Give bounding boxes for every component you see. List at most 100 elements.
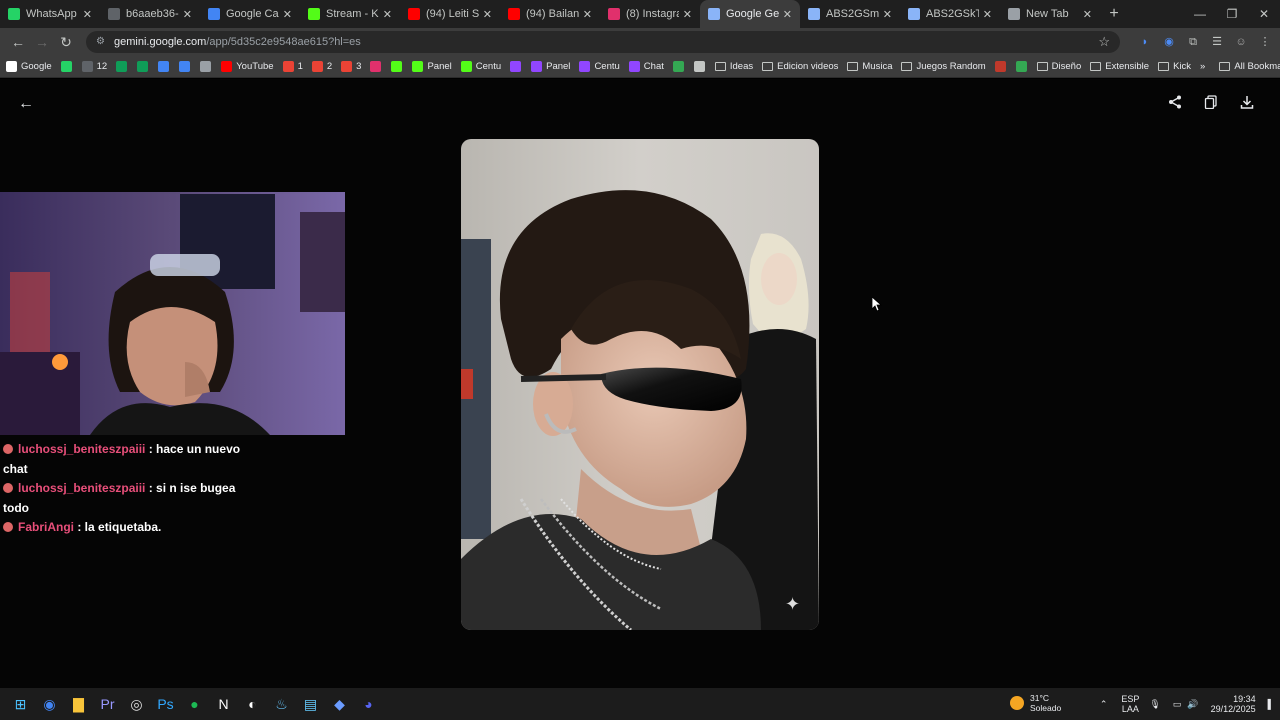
- tab-close-icon[interactable]: ✕: [1083, 8, 1092, 21]
- premiere-icon[interactable]: Pr: [93, 690, 122, 718]
- tab-6[interactable]: (8) Instagram ✕: [600, 0, 700, 28]
- bookmark-item[interactable]: [370, 61, 385, 72]
- tab-9[interactable]: ABS2GSkToPw ✕: [900, 0, 1000, 28]
- extension-icon[interactable]: ◉: [1160, 33, 1178, 51]
- copy-icon[interactable]: [1204, 95, 1218, 112]
- tab-0[interactable]: WhatsApp ✕: [0, 0, 100, 28]
- address-bar[interactable]: ⚙ gemini.google.com /app/5d35c2e9548ae61…: [86, 31, 1120, 53]
- tab-4[interactable]: (94) Leiti Sene ✕: [400, 0, 500, 28]
- chat-message: luchossj_beniteszpaiii : hace un nuevo c…: [3, 440, 248, 479]
- bookmark-favicon-icon: [311, 61, 323, 72]
- bookmark-item[interactable]: Ideas: [714, 61, 753, 72]
- bookmark-item[interactable]: Kick: [1158, 61, 1191, 72]
- bookmark-item[interactable]: Panel: [531, 61, 570, 72]
- bookmark-item[interactable]: YouTube: [221, 61, 274, 72]
- volume-icon[interactable]: 🔊: [1187, 699, 1198, 710]
- bookmark-item[interactable]: Panel: [412, 61, 452, 72]
- new-tab-button[interactable]: +: [1100, 5, 1128, 23]
- bookmark-item[interactable]: [693, 61, 709, 72]
- bookmark-item[interactable]: Edicion videos: [762, 61, 838, 72]
- extensions-puzzle-icon[interactable]: ⧉: [1184, 33, 1202, 51]
- clock[interactable]: 19:34 29/12/2025: [1211, 694, 1256, 714]
- photoshop-icon[interactable]: Ps: [151, 690, 180, 718]
- bookmark-item[interactable]: Musica: [847, 61, 892, 72]
- tab-close-icon[interactable]: ✕: [983, 8, 992, 21]
- bookmark-item[interactable]: [391, 61, 406, 72]
- bookmark-item[interactable]: Juegos Random: [901, 61, 986, 72]
- spotify-icon[interactable]: ●: [180, 690, 209, 718]
- chrome-icon[interactable]: ◉: [35, 690, 64, 718]
- maximize-icon[interactable]: ❐: [1216, 0, 1248, 28]
- obs-icon[interactable]: ◎: [122, 690, 151, 718]
- weather-widget[interactable]: 31°C Soleado: [1010, 693, 1061, 713]
- bookmark-star-icon[interactable]: ☆: [1098, 34, 1110, 50]
- bookmark-item[interactable]: 3: [341, 61, 361, 72]
- notion-icon[interactable]: N: [209, 690, 238, 718]
- windows-start-icon[interactable]: ⊞: [6, 690, 35, 718]
- discord-icon[interactable]: ◕: [354, 690, 383, 718]
- tab-close-icon[interactable]: ✕: [783, 8, 792, 21]
- tab-close-icon[interactable]: ✕: [683, 8, 692, 21]
- bookmark-item[interactable]: [994, 61, 1010, 72]
- tab-close-icon[interactable]: ✕: [83, 8, 92, 21]
- bookmark-item[interactable]: 2: [311, 61, 332, 72]
- bookmark-item[interactable]: 1: [282, 61, 303, 72]
- bookmark-item[interactable]: [116, 61, 131, 72]
- tab-close-icon[interactable]: ✕: [383, 8, 392, 21]
- app-icon[interactable]: ◆: [325, 690, 354, 718]
- forward-icon[interactable]: →: [30, 30, 54, 54]
- bookmark-item[interactable]: [158, 61, 173, 72]
- tab-1[interactable]: b6aaeb36-7eb ✕: [100, 0, 200, 28]
- network-icon[interactable]: ▭: [1173, 699, 1182, 710]
- bookmark-item[interactable]: Extensible: [1090, 61, 1149, 72]
- close-window-icon[interactable]: ✕: [1248, 0, 1280, 28]
- bookmark-item[interactable]: [200, 61, 215, 72]
- back-arrow-icon[interactable]: ←: [18, 95, 34, 113]
- reload-icon[interactable]: ↻: [54, 30, 78, 54]
- download-icon[interactable]: [1240, 95, 1254, 112]
- sun-icon: [1010, 696, 1024, 710]
- profile-avatar[interactable]: ☺: [1232, 33, 1250, 51]
- tab-8[interactable]: ABS2GSmDUZ ✕: [800, 0, 900, 28]
- bookmark-item[interactable]: 12: [81, 61, 107, 72]
- tab-5[interactable]: (94) Bailan ✕: [500, 0, 600, 28]
- site-info-icon[interactable]: ⚙: [96, 36, 108, 48]
- bookmarks-overflow-icon[interactable]: »: [1200, 61, 1205, 72]
- tab-close-icon[interactable]: ✕: [583, 8, 592, 21]
- extension-icon[interactable]: ◗: [1136, 33, 1154, 51]
- notification-icon[interactable]: ▌: [1268, 699, 1274, 709]
- tab-3[interactable]: Stream - Kick D ✕: [300, 0, 400, 28]
- tab-close-icon[interactable]: ✕: [883, 8, 892, 21]
- bookmark-item[interactable]: Chat: [628, 61, 664, 72]
- tab-close-icon[interactable]: ✕: [483, 8, 492, 21]
- menu-kebab-icon[interactable]: ⋮: [1256, 33, 1274, 51]
- reading-list-icon[interactable]: ☰: [1208, 33, 1226, 51]
- bookmark-item[interactable]: Google: [6, 61, 52, 72]
- bookmark-item[interactable]: Centu: [579, 61, 620, 72]
- tab-close-icon[interactable]: ✕: [183, 8, 192, 21]
- share-icon[interactable]: [1168, 95, 1182, 112]
- capcut-icon[interactable]: ◐: [238, 690, 267, 718]
- all-bookmarks[interactable]: All Bookmarks: [1219, 61, 1280, 72]
- bookmark-item[interactable]: [1015, 61, 1031, 72]
- bookmark-item[interactable]: Centu: [460, 61, 501, 72]
- microphone-icon[interactable]: 🎙: [1149, 699, 1160, 710]
- tab-2[interactable]: Google Calend ✕: [200, 0, 300, 28]
- bookmark-item[interactable]: [137, 61, 152, 72]
- notepad-icon[interactable]: ▤: [296, 690, 325, 718]
- tab-7[interactable]: Google Gemini ✕: [700, 0, 800, 28]
- back-icon[interactable]: ←: [6, 30, 30, 54]
- tab-10[interactable]: New Tab ✕: [1000, 0, 1100, 28]
- generated-image[interactable]: [461, 139, 819, 630]
- chevron-up-icon[interactable]: ⌃: [1100, 699, 1108, 710]
- bookmark-item[interactable]: [60, 61, 76, 72]
- minimize-icon[interactable]: —: [1184, 0, 1216, 28]
- tab-close-icon[interactable]: ✕: [283, 8, 292, 21]
- bookmark-item[interactable]: Diseño: [1036, 61, 1081, 72]
- bookmark-item[interactable]: [510, 61, 525, 72]
- language-indicator[interactable]: ESP LAA: [1121, 694, 1139, 714]
- bookmark-item[interactable]: [672, 61, 688, 72]
- bookmark-item[interactable]: [179, 61, 194, 72]
- file-explorer-icon[interactable]: ▇: [64, 690, 93, 718]
- steam-icon[interactable]: ♨: [267, 690, 296, 718]
